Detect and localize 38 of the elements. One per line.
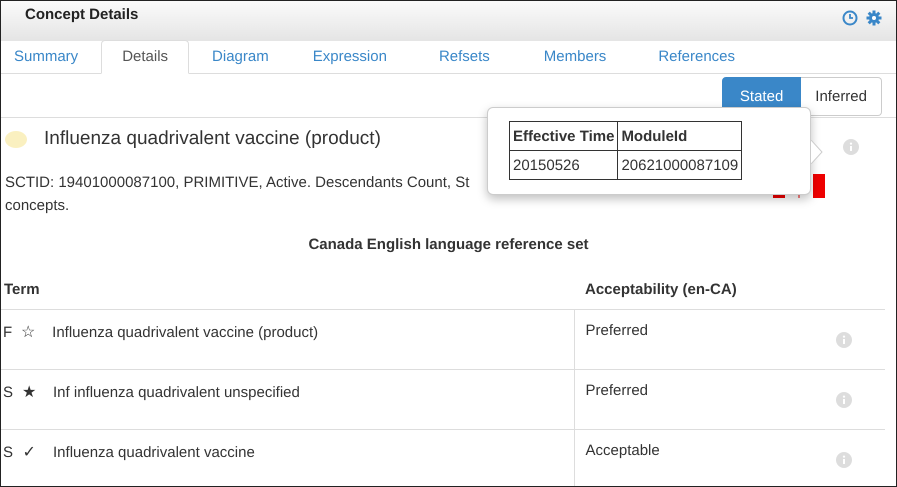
- concept-name: Influenza quadrivalent vaccine (product): [44, 128, 381, 150]
- term-text: Inf influenza quadrivalent unspecified: [53, 384, 300, 400]
- tab[interactable]: Diagram: [201, 40, 280, 74]
- acceptability-text: Acceptable: [586, 442, 660, 459]
- term-type: S: [3, 384, 14, 400]
- info-icon[interactable]: [843, 139, 859, 155]
- tab[interactable]: Details: [101, 40, 190, 74]
- tab[interactable]: Members: [532, 40, 618, 74]
- acceptability-symbol: ☆: [20, 323, 36, 342]
- info-icon[interactable]: [836, 452, 852, 468]
- popover-column-header: Effective Time: [510, 122, 618, 150]
- tab[interactable]: Summary: [3, 40, 90, 74]
- acceptability-text: Preferred: [586, 382, 648, 399]
- concept-description: SCTID: 19401000087100, PRIMITIVE, Active. Descendants Count, St: [5, 173, 470, 193]
- term-type: S: [3, 444, 14, 460]
- term-text: Influenza quadrivalent vaccine: [53, 444, 255, 460]
- term-text: Influenza quadrivalent vaccine (product): [52, 324, 318, 340]
- info-icon[interactable]: [836, 392, 852, 408]
- refset-title: Canada English language reference set: [307, 236, 590, 255]
- tab[interactable]: References: [647, 40, 746, 74]
- info-icon[interactable]: [836, 332, 852, 348]
- view-toggle-button[interactable]: Inferred: [801, 77, 882, 116]
- tab[interactable]: Refsets: [428, 40, 501, 74]
- popover-cell: 20150526: [510, 150, 618, 180]
- acceptability-symbol: ★: [21, 383, 38, 402]
- column-header: Acceptability (en-CA): [574, 260, 824, 310]
- tab[interactable]: Expression: [302, 40, 398, 74]
- panel-title: Concept Details: [25, 6, 138, 23]
- history-icon[interactable]: [842, 10, 858, 26]
- popover-cell: 20621000087109: [618, 150, 742, 180]
- acceptability-text: Preferred: [586, 322, 648, 339]
- popover-column-header: ModuleId: [618, 122, 742, 150]
- concept-description: concepts.: [5, 196, 70, 216]
- settings-icon[interactable]: [866, 10, 882, 26]
- acceptability-symbol: ✓: [22, 443, 37, 462]
- status-dot: [5, 130, 27, 148]
- term-type: F: [3, 324, 12, 340]
- column-header: Term: [1, 260, 574, 310]
